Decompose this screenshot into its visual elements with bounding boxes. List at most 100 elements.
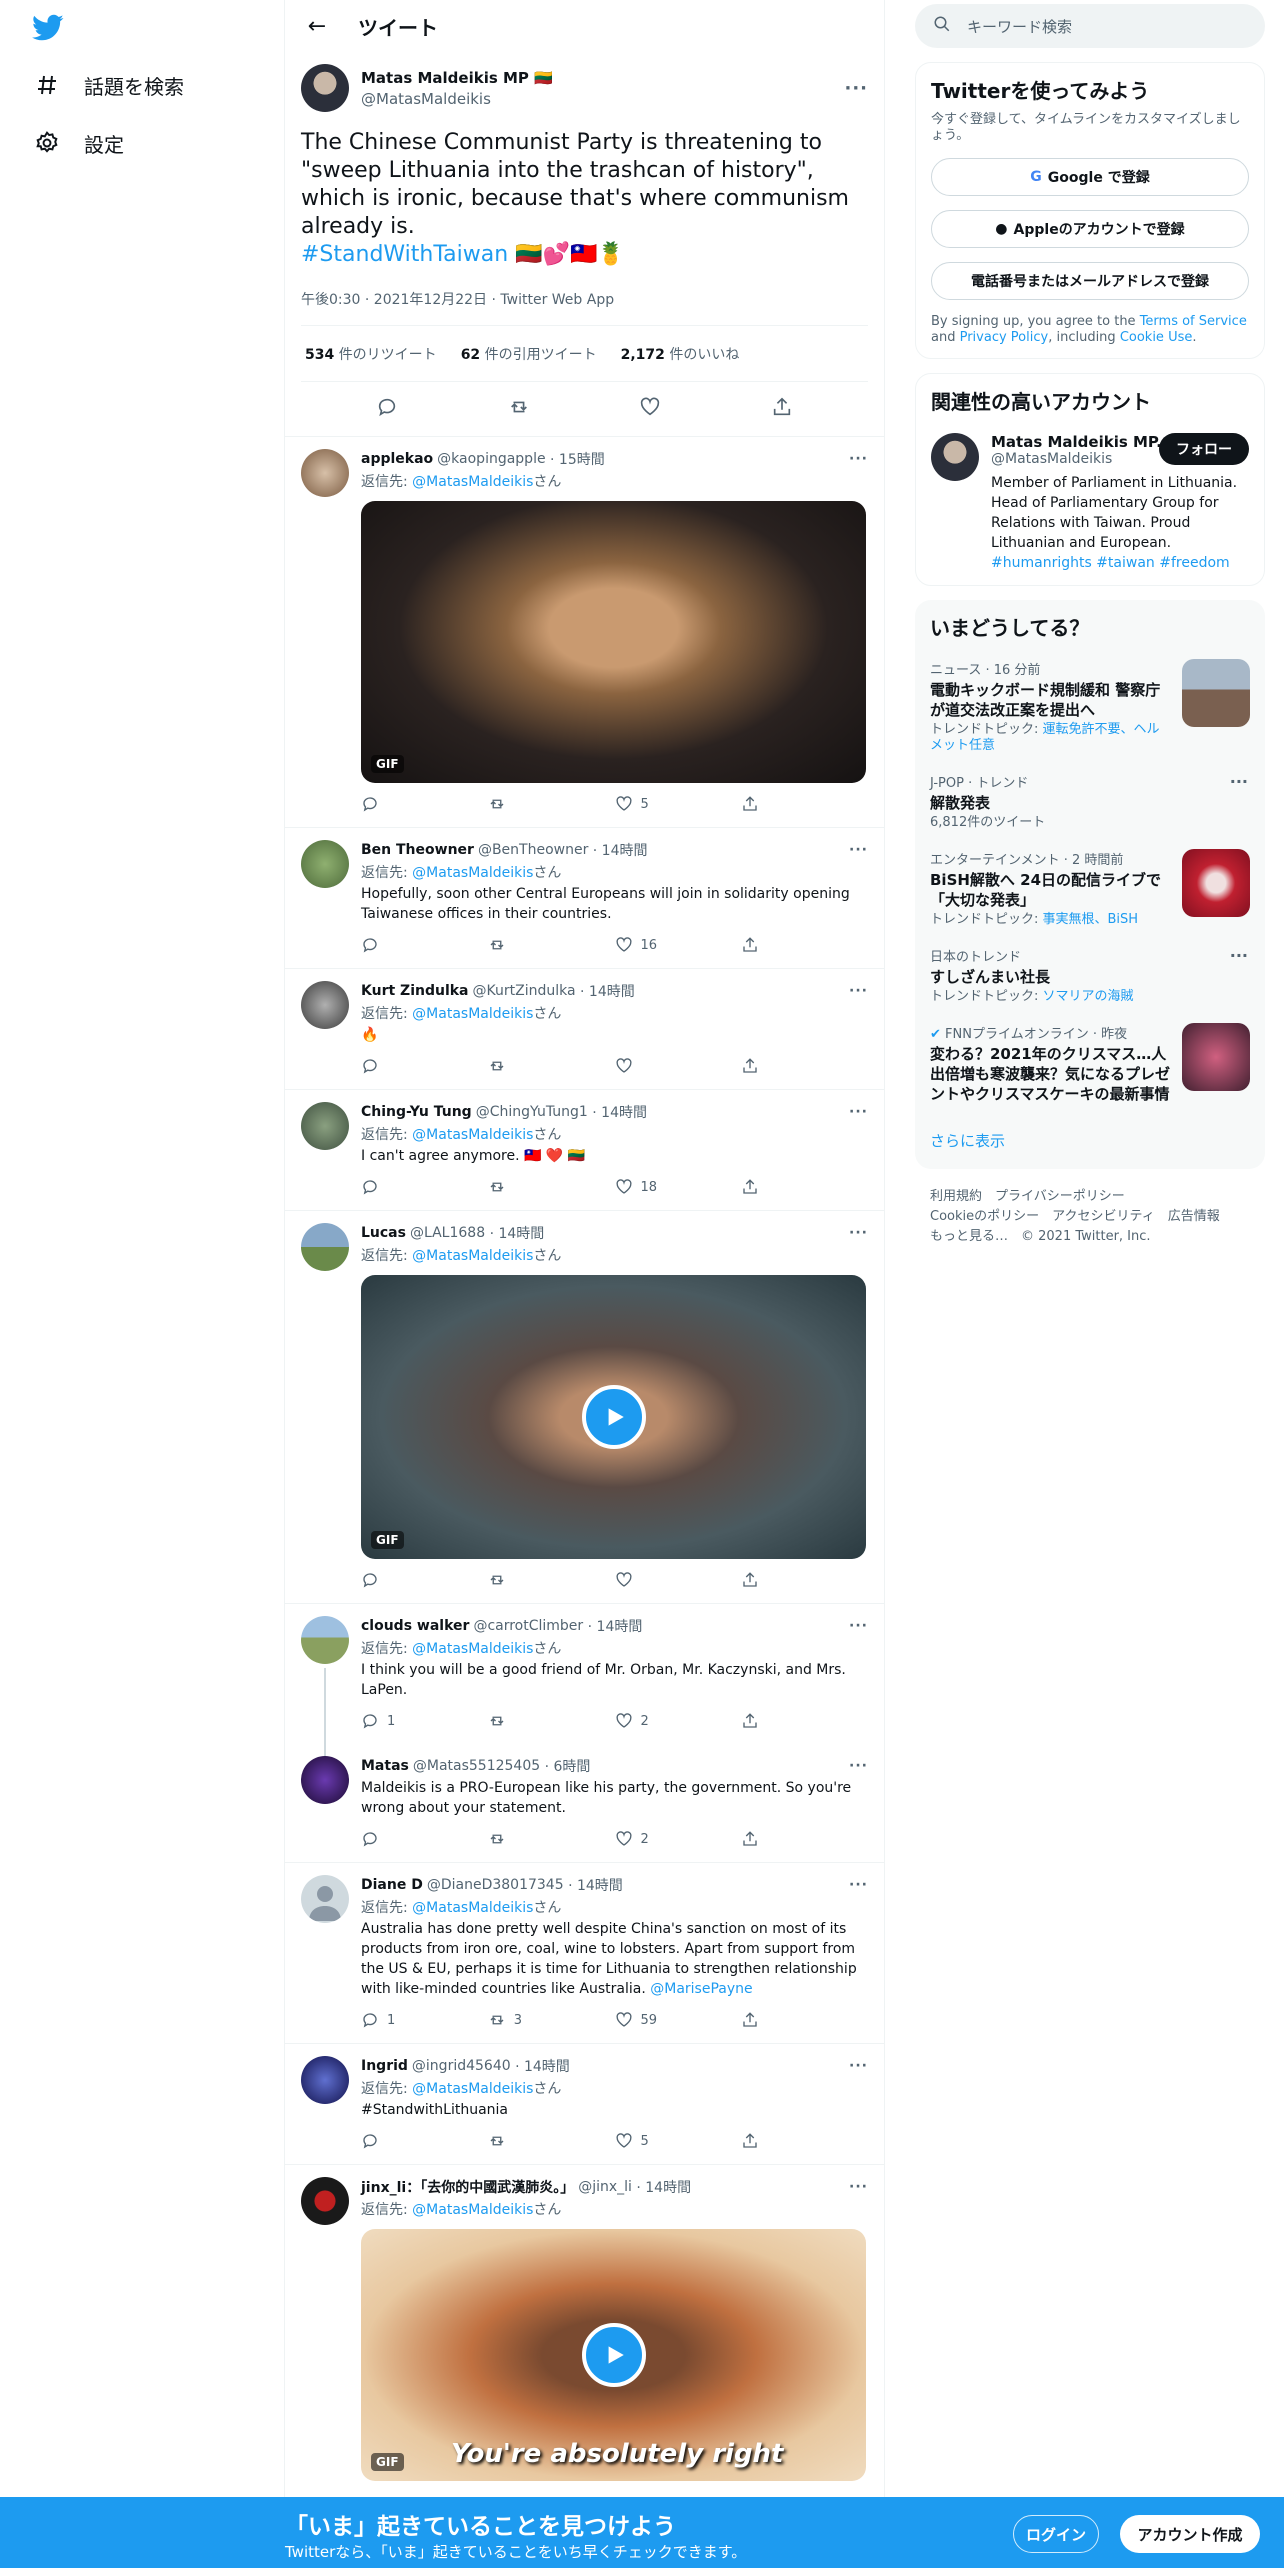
reply-handle[interactable]: @carrotClimber xyxy=(473,1618,583,1634)
retweets-stat[interactable]: 534 件のリツイート xyxy=(305,344,437,364)
more-options-icon[interactable]: ··· xyxy=(849,1225,868,1241)
retweet-button[interactable]: 3 xyxy=(488,2011,615,2029)
like-button[interactable]: 2 xyxy=(615,1712,742,1730)
avatar[interactable] xyxy=(301,64,349,112)
retweet-button[interactable] xyxy=(488,2132,615,2150)
retweet-button[interactable] xyxy=(488,1057,615,1075)
reply-button[interactable]: 1 xyxy=(361,1712,488,1730)
reply-time[interactable]: · 14時間 xyxy=(593,840,648,860)
reply-time[interactable]: · 14時間 xyxy=(490,1223,545,1243)
reply-author-name[interactable]: Lucas xyxy=(361,1225,406,1241)
phone-signup-button[interactable]: 電話番号またはメールアドレスで登録 xyxy=(931,262,1249,300)
trend-item[interactable]: J-POP · トレンド 解散発表 6,812件のツイート ··· xyxy=(930,772,1250,831)
hashtag-link[interactable]: #StandwithLithuania xyxy=(361,2100,868,2120)
share-icon[interactable] xyxy=(771,396,793,422)
trend-item[interactable]: ✔ FNNプライムオンライン · 昨夜 変わる？2021年のクリスマス…人出倍増… xyxy=(930,1023,1250,1104)
footer-line[interactable]: もっと見る… © 2021 Twitter, Inc. xyxy=(930,1227,1265,1247)
share-button[interactable] xyxy=(741,1057,868,1075)
reply-author-name[interactable]: Ching-Yu Tung xyxy=(361,1104,472,1120)
mention-link[interactable]: @MatasMaldeikis xyxy=(412,1006,533,1022)
nav-settings[interactable]: 設定 xyxy=(32,128,124,158)
reply-time[interactable]: · 14時間 xyxy=(588,1616,643,1636)
search-input[interactable]: キーワード検索 xyxy=(915,4,1265,48)
cookie-link[interactable]: Cookie Use xyxy=(1120,330,1193,345)
avatar[interactable] xyxy=(301,1875,349,1923)
retweet-button[interactable] xyxy=(488,1178,615,1196)
reply-handle[interactable]: @BenTheowner xyxy=(478,842,588,858)
like-button[interactable] xyxy=(615,1057,742,1075)
reply-tweet[interactable]: Ingrid @ingrid45640 · 14時間 ··· 返信先: @Matas… xyxy=(285,2044,884,2165)
apple-signup-button[interactable]: ● Appleのアカウントで登録 xyxy=(931,210,1249,248)
like-icon[interactable] xyxy=(639,396,661,422)
retweet-button[interactable] xyxy=(488,795,615,813)
mention-link[interactable]: @MatasMaldeikis xyxy=(412,865,533,881)
share-button[interactable] xyxy=(741,1571,868,1589)
reply-button[interactable] xyxy=(361,1178,488,1196)
retweet-button[interactable] xyxy=(488,1571,615,1589)
footer-line[interactable]: Cookieのポリシー アクセシビリティ 広告情報 xyxy=(930,1207,1265,1227)
avatar[interactable] xyxy=(301,1223,349,1271)
more-options-icon[interactable]: ··· xyxy=(849,1618,868,1634)
show-more-link[interactable]: さらに表示 xyxy=(930,1130,1250,1157)
share-button[interactable] xyxy=(741,2132,868,2150)
hashtag-link[interactable]: #StandWithTaiwan xyxy=(301,242,508,267)
reply-author-name[interactable]: Matas xyxy=(361,1758,409,1774)
like-button[interactable]: 59 xyxy=(615,2011,742,2029)
reply-button[interactable]: 1 xyxy=(361,2011,488,2029)
more-options-icon[interactable]: ··· xyxy=(849,2058,868,2074)
reply-time[interactable]: · 14時間 xyxy=(515,2056,570,2076)
reply-tweet[interactable]: Diane D @DianeD38017345 · 14時間 ··· 返信先: @M… xyxy=(285,1863,884,2044)
share-button[interactable] xyxy=(741,936,868,954)
reply-handle[interactable]: @LAL1688 xyxy=(410,1225,485,1241)
related-hashtags[interactable]: #humanrights #taiwan #freedom xyxy=(991,553,1249,573)
related-account[interactable]: Matas Maldeikis MP... @MatasMaldeikis フォ… xyxy=(931,433,1249,573)
reply-author-name[interactable]: jinx_li：「去你的中國武漢肺炎。」 xyxy=(361,2177,574,2197)
reply-handle[interactable]: @ChingYuTung1 xyxy=(476,1104,588,1120)
more-options-icon[interactable]: ··· xyxy=(849,2179,868,2195)
share-button[interactable] xyxy=(741,1712,868,1730)
reply-time[interactable]: · 14時間 xyxy=(636,2177,691,2197)
reply-time[interactable]: · 6時間 xyxy=(545,1756,591,1776)
reply-button[interactable] xyxy=(361,795,488,813)
trend-item[interactable]: エンターテインメント · 2 時間前 BiSH解散へ 24日の配信ライブで「大切… xyxy=(930,849,1250,928)
reply-handle[interactable]: @ingrid45640 xyxy=(412,2058,511,2074)
reply-handle[interactable]: @jinx_li xyxy=(578,2179,632,2195)
reply-author-name[interactable]: Ben Theowner xyxy=(361,842,474,858)
quotes-stat[interactable]: 62 件の引用ツイート xyxy=(461,344,597,364)
reply-time[interactable]: · 14時間 xyxy=(592,1102,647,1122)
reply-time[interactable]: · 15時間 xyxy=(550,449,605,469)
nav-explore[interactable]: 話題を検索 xyxy=(32,70,184,100)
like-button[interactable]: 18 xyxy=(615,1178,742,1196)
terms-link[interactable]: Terms of Service xyxy=(1140,314,1247,329)
more-options-icon[interactable]: ··· xyxy=(1230,772,1248,791)
like-button[interactable]: 5 xyxy=(615,795,742,813)
avatar[interactable] xyxy=(301,1102,349,1150)
reply-time[interactable]: · 14時間 xyxy=(568,1875,623,1895)
reply-author-name[interactable]: Ingrid xyxy=(361,2058,408,2074)
play-icon[interactable] xyxy=(581,1385,646,1449)
avatar[interactable] xyxy=(301,2177,349,2225)
reply-time[interactable]: · 14時間 xyxy=(580,981,635,1001)
gif-media[interactable]: GIF xyxy=(361,1275,866,1559)
reply-icon[interactable] xyxy=(376,396,398,422)
retweet-button[interactable] xyxy=(488,936,615,954)
like-button[interactable]: 2 xyxy=(615,1830,742,1848)
mention-link[interactable]: @MatasMaldeikis xyxy=(412,1127,533,1143)
signup-button[interactable]: アカウント作成 xyxy=(1120,2515,1260,2553)
mention-link[interactable]: @MatasMaldeikis xyxy=(412,2081,533,2097)
share-button[interactable] xyxy=(741,795,868,813)
gif-media[interactable]: You're absolutely right GIF xyxy=(361,2229,866,2481)
reply-button[interactable] xyxy=(361,1057,488,1075)
reply-button[interactable] xyxy=(361,936,488,954)
reply-button[interactable] xyxy=(361,1830,488,1848)
gif-media[interactable]: GIF xyxy=(361,501,866,783)
reply-tweet[interactable]: clouds walker @carrotClimber · 14時間 ··· 返信… xyxy=(285,1604,884,1756)
more-options-icon[interactable]: ··· xyxy=(849,451,868,467)
google-signup-button[interactable]: G Google で登録 xyxy=(931,158,1249,196)
login-button[interactable]: ログイン xyxy=(1013,2515,1099,2553)
like-button[interactable]: 16 xyxy=(615,936,742,954)
more-options-icon[interactable]: ··· xyxy=(849,842,868,858)
like-button[interactable] xyxy=(615,1571,742,1589)
avatar[interactable] xyxy=(301,1616,349,1664)
back-arrow-icon[interactable]: ← xyxy=(300,10,334,44)
